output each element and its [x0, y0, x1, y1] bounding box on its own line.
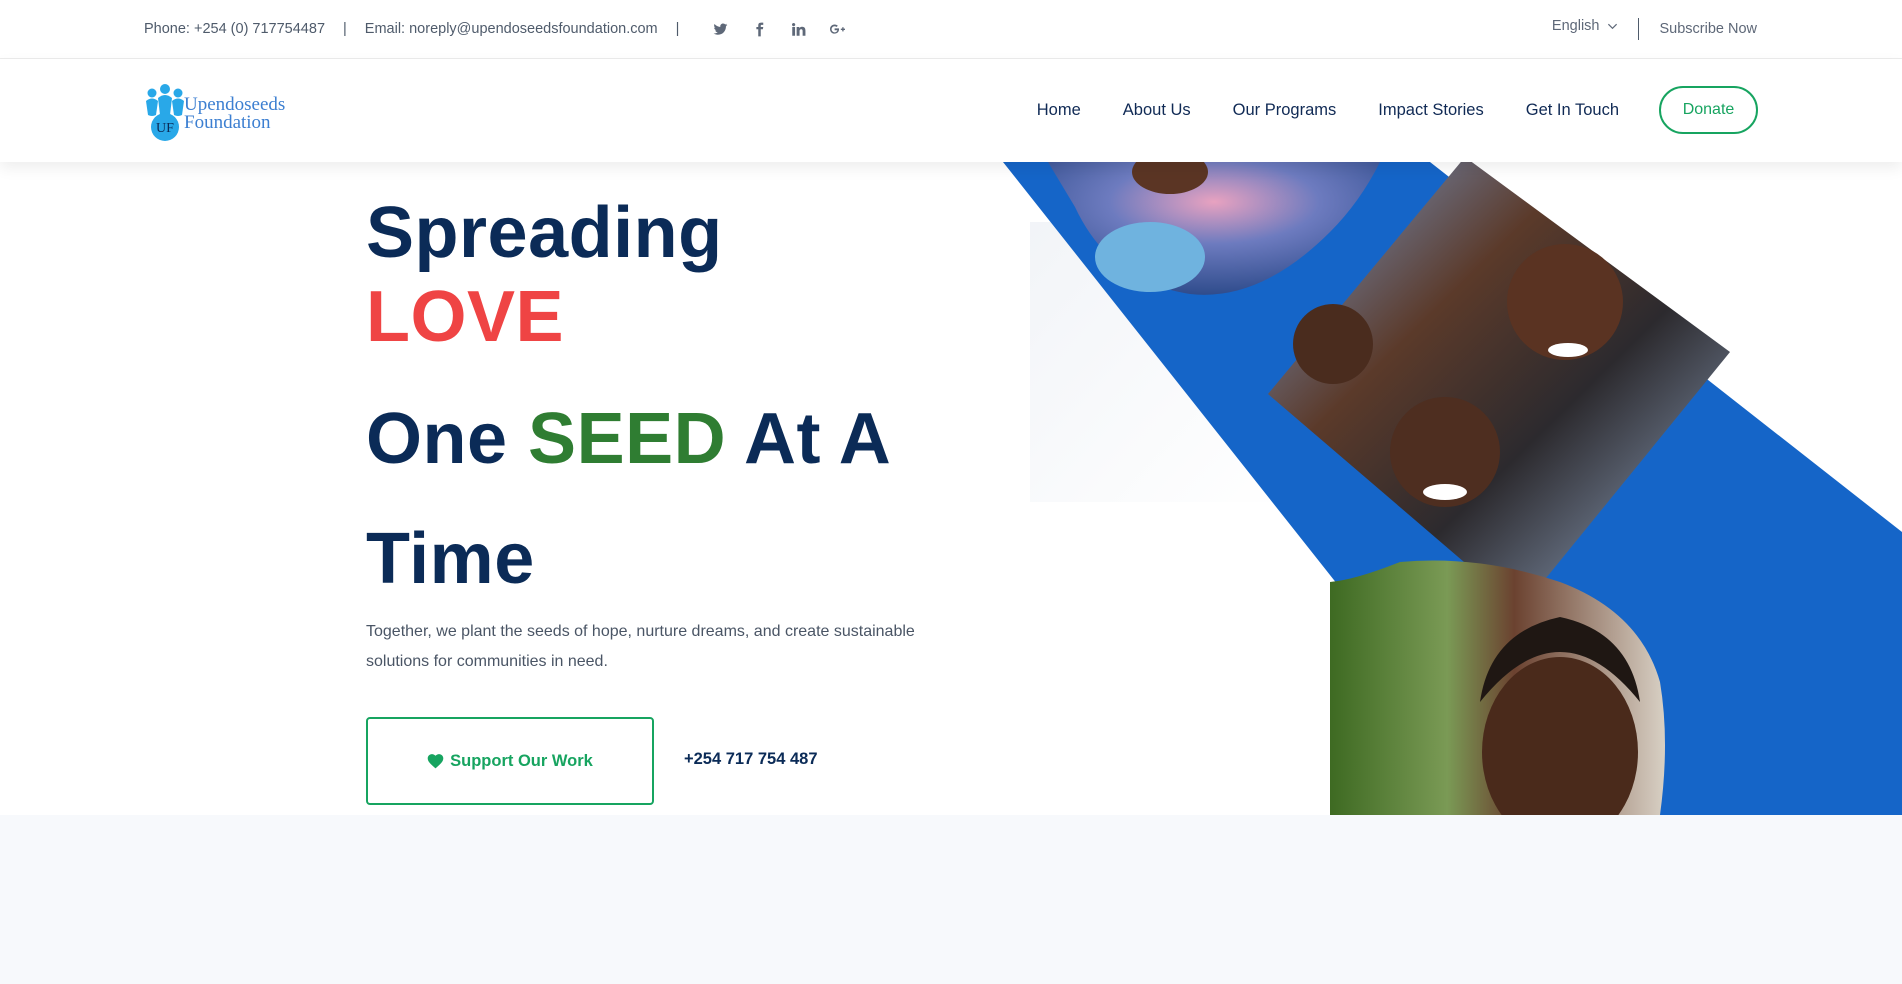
google-plus-icon[interactable] — [822, 14, 852, 44]
support-our-work-button[interactable]: Support Our Work — [366, 717, 654, 805]
nav-get-in-touch[interactable]: Get In Touch — [1526, 101, 1619, 120]
language-label: English — [1551, 18, 1600, 34]
hero-word-at-a: At A — [743, 399, 892, 479]
chevron-down-icon — [1608, 23, 1618, 29]
logo-mark: UF — [144, 79, 186, 143]
nav-home[interactable]: Home — [1037, 101, 1081, 120]
hero-title-line-4: Time — [366, 519, 535, 599]
separator: | — [675, 21, 680, 37]
language-selector[interactable]: English — [1552, 18, 1619, 34]
email-text[interactable]: Email: noreply@upendoseedsfoundation.com — [365, 21, 658, 37]
separator: | — [343, 21, 347, 37]
nav-impact-stories[interactable]: Impact Stories — [1378, 101, 1483, 120]
hero-description: Together, we plant the seeds of hope, nu… — [366, 623, 915, 670]
logo[interactable]: UF Upendoseeds Foundation — [144, 79, 294, 143]
contact-info: Phone: +254 (0) 717754487 | Email: norep… — [144, 0, 861, 58]
linkedin-icon[interactable] — [783, 14, 813, 44]
divider — [1638, 18, 1640, 40]
hero-title-line-2: LOVE — [366, 277, 565, 357]
top-bar: Phone: +254 (0) 717754487 | Email: norep… — [0, 0, 1902, 59]
donate-button[interactable]: Donate — [1659, 86, 1758, 134]
logo-text: Upendoseeds Foundation — [184, 95, 285, 133]
section-divider-band — [0, 815, 1902, 984]
phone-text[interactable]: Phone: +254 (0) 717754487 — [144, 21, 325, 37]
support-button-label: Support Our Work — [450, 751, 593, 770]
hero-word-one: One — [366, 399, 508, 479]
top-right-links: English Subscribe Now — [1552, 0, 1757, 58]
main-header: UF Upendoseeds Foundation Home About Us … — [0, 59, 1902, 162]
hero-phone-link[interactable]: +254 717 754 487 — [684, 750, 818, 769]
nav-about-us[interactable]: About Us — [1123, 101, 1191, 120]
nav-our-programs[interactable]: Our Programs — [1233, 101, 1337, 120]
hero-title-line-3: One SEED At A — [366, 398, 891, 480]
subscribe-link[interactable]: Subscribe Now — [1659, 21, 1757, 37]
hero-word-seed: SEED — [528, 399, 727, 479]
social-links — [705, 14, 861, 44]
heart-icon — [427, 754, 444, 769]
logo-line-2: Foundation — [184, 112, 271, 133]
hero-image-collage — [1000, 162, 1902, 815]
facebook-icon[interactable] — [744, 14, 774, 44]
hero-title-line-1: Spreading — [366, 193, 723, 273]
hero-section: Spreading LOVE One SEED At A Time Togeth… — [0, 162, 1902, 815]
twitter-icon[interactable] — [705, 14, 735, 44]
main-nav: Home About Us Our Programs Impact Storie… — [995, 86, 1758, 134]
logo-initials: UF — [156, 121, 174, 136]
